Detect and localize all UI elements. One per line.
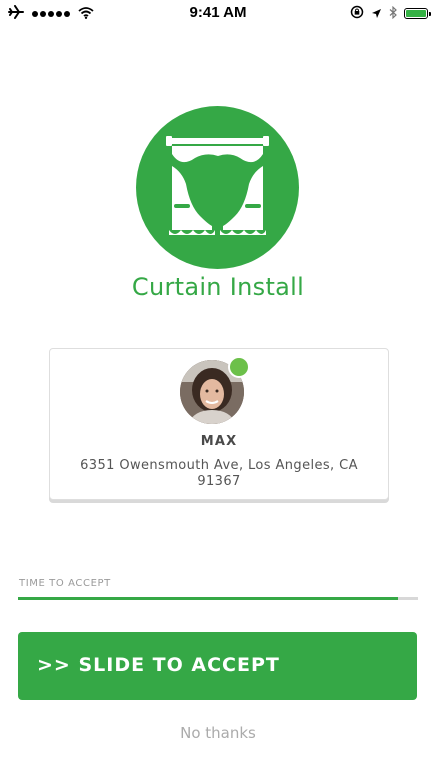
avatar-container bbox=[180, 356, 250, 424]
customer-card: MAX 6351 Owensmouth Ave, Los Angeles, CA… bbox=[49, 348, 389, 500]
slide-to-accept-label: >> SLIDE TO ACCEPT bbox=[37, 654, 280, 676]
status-bar: 9:41 AM bbox=[0, 0, 436, 26]
battery-icon bbox=[404, 8, 431, 19]
slide-to-accept-button[interactable]: >> SLIDE TO ACCEPT bbox=[18, 632, 417, 700]
online-status-dot bbox=[228, 356, 250, 378]
rotation-lock-icon bbox=[350, 5, 364, 22]
curtain-icon bbox=[136, 106, 299, 269]
no-thanks-link[interactable]: No thanks bbox=[0, 724, 436, 742]
customer-address: 6351 Owensmouth Ave, Los Angeles, CA 913… bbox=[80, 458, 358, 489]
timer-progress-fill bbox=[18, 597, 398, 600]
service-title: Curtain Install bbox=[131, 273, 305, 301]
timer-progress-bar bbox=[18, 597, 418, 600]
timer-label: TIME TO ACCEPT bbox=[19, 578, 111, 589]
bluetooth-icon bbox=[389, 5, 397, 22]
location-icon bbox=[371, 6, 382, 22]
status-right bbox=[350, 5, 431, 22]
customer-name: MAX bbox=[200, 434, 238, 449]
